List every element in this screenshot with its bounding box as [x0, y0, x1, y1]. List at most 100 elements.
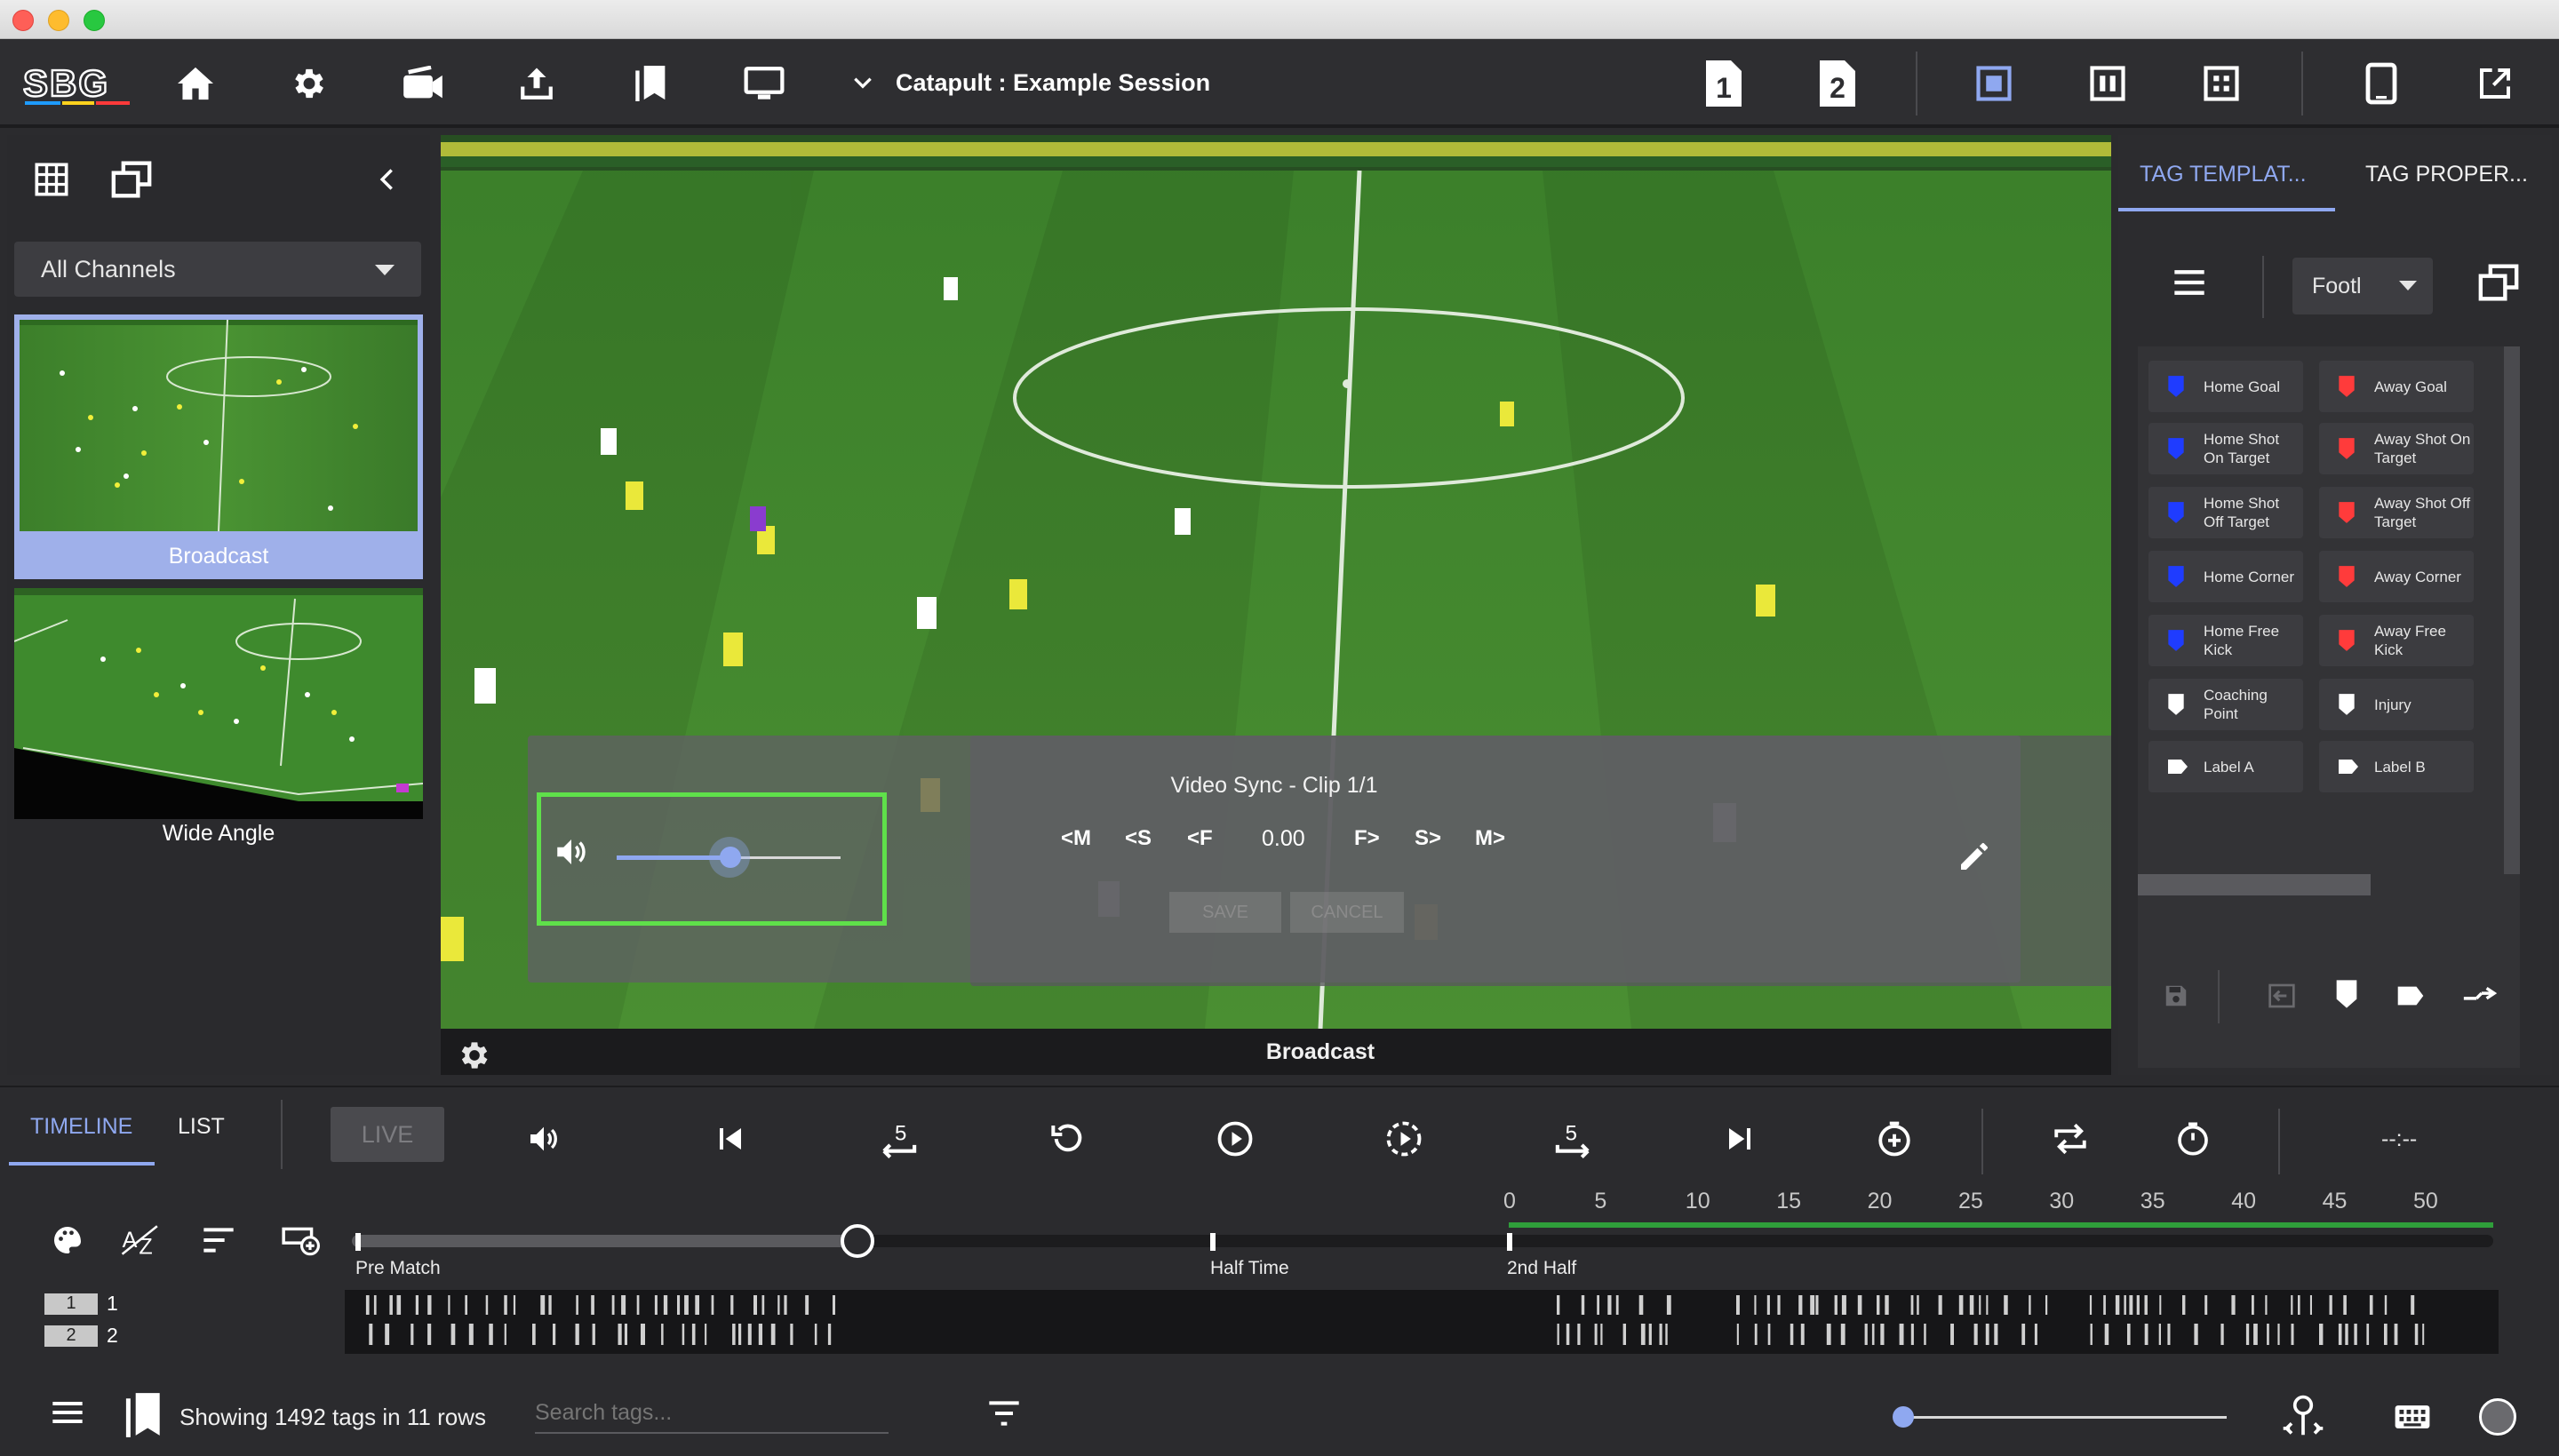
tag-mark — [2115, 1295, 2120, 1315]
tag-mark — [2167, 1324, 2171, 1345]
nudge-forward-frame-button[interactable]: F> — [1354, 826, 1380, 851]
tag-button[interactable]: Away Shot Off Target — [2319, 487, 2474, 538]
volume-slider-thumb[interactable] — [720, 847, 741, 868]
tab-list[interactable]: LIST — [178, 1114, 225, 1140]
vertical-scrollbar[interactable] — [2504, 346, 2520, 874]
row-number-badge[interactable]: 2 — [44, 1325, 98, 1347]
channel-select[interactable]: All Channels — [14, 242, 421, 297]
tag-button[interactable]: Label A — [2148, 741, 2303, 792]
link-icon[interactable] — [2461, 983, 2497, 1009]
keyboard-icon[interactable] — [2394, 1404, 2431, 1430]
row-number-badge[interactable]: 1 — [44, 1293, 98, 1315]
single-layout-icon[interactable] — [1967, 57, 2021, 110]
play-icon[interactable] — [1210, 1114, 1260, 1164]
nudge-forward-second-button[interactable]: S> — [1415, 826, 1441, 851]
live-button[interactable]: LIVE — [331, 1107, 444, 1162]
palette-icon[interactable] — [52, 1224, 84, 1256]
zoom-slider-thumb[interactable] — [1893, 1406, 1914, 1428]
view-1-button[interactable]: 1 — [1697, 57, 1750, 110]
tag-button[interactable]: Home Free Kick — [2148, 615, 2303, 666]
session-title[interactable]: Catapult : Example Session — [896, 69, 1210, 97]
skip-to-end-icon[interactable] — [1715, 1114, 1765, 1164]
tag-button[interactable]: Home Shot On Target — [2148, 423, 2303, 474]
popout-windows-icon[interactable] — [110, 160, 153, 199]
tag-button[interactable]: Away Free Kick — [2319, 615, 2474, 666]
tag-button[interactable]: Away Shot On Target — [2319, 423, 2474, 474]
horizontal-scrollbar[interactable] — [2138, 874, 2371, 895]
session-dropdown[interactable] — [851, 71, 874, 94]
replay-icon[interactable] — [1043, 1114, 1093, 1164]
nudge-back-frame-button[interactable]: <F — [1187, 826, 1213, 851]
popout-windows-icon[interactable] — [2477, 263, 2520, 302]
tag-button[interactable]: Injury — [2319, 679, 2474, 730]
maximize-window-button[interactable] — [84, 10, 105, 31]
focus-playhead-icon[interactable] — [2280, 1393, 2326, 1437]
search-tags-field[interactable] — [535, 1395, 889, 1434]
volume-icon[interactable] — [519, 1114, 569, 1164]
add-label-icon[interactable] — [2396, 984, 2426, 1007]
add-row-icon[interactable] — [281, 1224, 320, 1256]
add-timer-icon[interactable] — [1869, 1114, 1919, 1164]
tag-rows-track[interactable] — [345, 1290, 2499, 1354]
channel-card-wide-angle[interactable]: Wide Angle — [14, 588, 423, 846]
filter-lines-icon[interactable] — [201, 1226, 236, 1254]
upload-icon[interactable] — [510, 57, 563, 110]
tag-mark — [2394, 1324, 2398, 1345]
tag-button[interactable]: Home Corner — [2148, 551, 2303, 602]
save-icon[interactable] — [2163, 983, 2189, 1009]
filter-icon[interactable] — [986, 1400, 1022, 1427]
home-icon[interactable] — [169, 57, 222, 110]
nudge-forward-minute-button[interactable]: M> — [1475, 826, 1505, 851]
nudge-back-second-button[interactable]: <S — [1125, 826, 1152, 851]
grid-view-icon[interactable] — [34, 162, 69, 197]
sync-save-button[interactable]: SAVE — [1169, 892, 1281, 933]
slow-motion-icon[interactable] — [1379, 1114, 1429, 1164]
split-layout-icon[interactable] — [2081, 57, 2134, 110]
nudge-back-minute-button[interactable]: <M — [1061, 826, 1091, 851]
view-2-button[interactable]: 2 — [1811, 57, 1864, 110]
record-status-indicator[interactable] — [2479, 1398, 2516, 1436]
chevron-down-icon — [854, 77, 872, 89]
volume-icon[interactable] — [553, 833, 590, 871]
tab-timeline[interactable]: TIMELINE — [30, 1114, 132, 1140]
menu-icon[interactable] — [2172, 268, 2207, 297]
volume-slider[interactable] — [617, 837, 841, 878]
edit-pencil-icon[interactable] — [1957, 839, 1992, 874]
camera-icon[interactable] — [396, 57, 450, 110]
settings-icon[interactable] — [283, 57, 336, 110]
minimize-window-button[interactable] — [48, 10, 69, 31]
tablet-icon[interactable] — [2355, 57, 2408, 110]
popout-icon[interactable] — [2468, 57, 2522, 110]
import-icon[interactable] — [2268, 983, 2296, 1009]
tab-tag-templates[interactable]: TAG TEMPLAT... — [2140, 162, 2307, 187]
tab-tag-properties[interactable]: TAG PROPER... — [2365, 162, 2528, 187]
close-window-button[interactable] — [12, 10, 34, 31]
template-select[interactable]: Footl — [2292, 258, 2433, 314]
tag-mark — [373, 1295, 377, 1315]
skip-back-5-button[interactable]: 5 — [874, 1114, 924, 1164]
stopwatch-icon[interactable] — [2168, 1114, 2218, 1164]
search-tags-input[interactable] — [535, 1395, 889, 1430]
tag-mark — [2144, 1295, 2148, 1315]
skip-back-label: 5 — [895, 1122, 906, 1146]
skip-forward-5-button[interactable]: 5 — [1548, 1114, 1598, 1164]
tag-button[interactable]: Away Goal — [2319, 361, 2474, 412]
tag-button[interactable]: Away Corner — [2319, 551, 2474, 602]
grid-layout-icon[interactable] — [2195, 57, 2248, 110]
sort-alpha-icon[interactable]: AZ — [121, 1222, 160, 1258]
tag-button[interactable]: Coaching Point — [2148, 679, 2303, 730]
monitor-icon[interactable] — [737, 57, 791, 110]
sync-cancel-button[interactable]: CANCEL — [1290, 892, 1404, 933]
bookmarks-icon[interactable] — [624, 57, 677, 110]
skip-to-start-icon[interactable] — [706, 1114, 755, 1164]
collapse-panel-icon[interactable] — [375, 167, 400, 192]
tag-button[interactable]: Label B — [2319, 741, 2474, 792]
add-tag-icon[interactable] — [2333, 979, 2360, 1009]
zoom-slider[interactable] — [1893, 1406, 2227, 1428]
channel-card-broadcast[interactable]: Broadcast — [14, 314, 423, 579]
rows-menu-icon[interactable] — [50, 1400, 85, 1425]
tag-button[interactable]: Home Shot Off Target — [2148, 487, 2303, 538]
tag-button[interactable]: Home Goal — [2148, 361, 2303, 412]
loop-icon[interactable] — [2045, 1114, 2095, 1164]
timeline-playhead[interactable] — [841, 1224, 874, 1258]
